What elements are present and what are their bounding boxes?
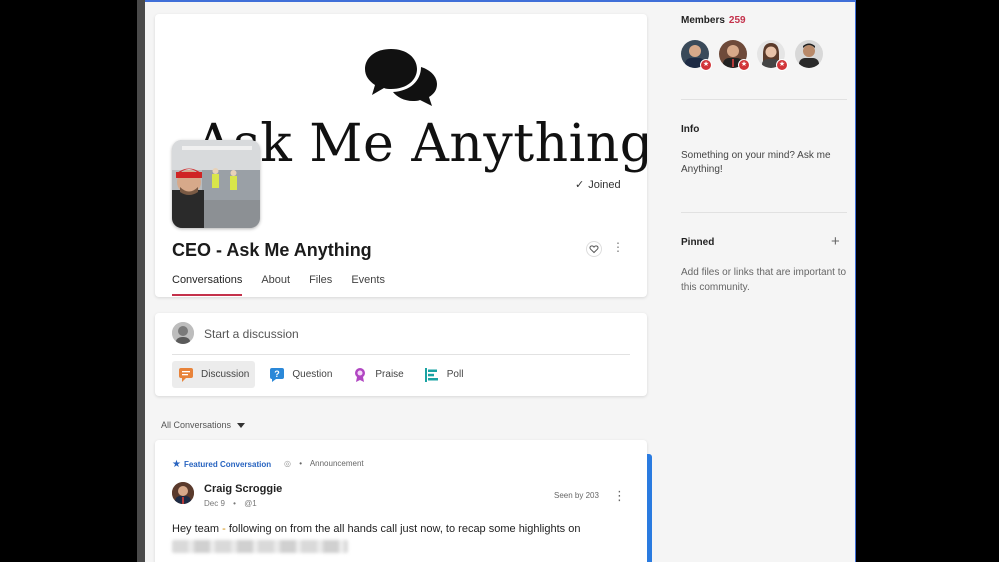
post-type-question[interactable]: ? Question xyxy=(263,361,338,388)
post-type-label: Praise xyxy=(375,369,404,380)
more-options-icon[interactable]: ⋮ xyxy=(612,240,624,254)
member-avatar[interactable]: ★ xyxy=(681,40,712,71)
start-discussion-input[interactable]: Start a discussion xyxy=(204,327,299,341)
member-avatar[interactable]: ★ xyxy=(719,40,750,71)
joined-status[interactable]: ✓ Joined xyxy=(575,178,621,191)
sidebar-divider xyxy=(681,99,847,100)
member-avatar[interactable] xyxy=(795,40,823,68)
filter-label: All Conversations xyxy=(161,420,232,430)
post-body-text: Hey team xyxy=(172,523,223,535)
add-pinned-plus-icon[interactable]: + xyxy=(831,233,840,250)
left-edge-strip xyxy=(137,0,145,562)
featured-accent-bar xyxy=(647,454,652,562)
star-icon: ★ xyxy=(172,459,181,470)
post-body-text-continued: following on from the all hands call jus… xyxy=(225,523,581,535)
info-circle-icon: ◎ xyxy=(284,459,291,468)
author-name[interactable]: Craig Scroggie xyxy=(204,483,282,495)
member-avatars: ★ ★ ★ xyxy=(681,40,833,71)
member-avatar[interactable]: ★ xyxy=(757,40,788,71)
community-page: Ask Me Anything ✓ Joined CEO - Ask Me An… xyxy=(145,0,856,562)
post-date-line: Dec 9 • @1 xyxy=(204,499,257,508)
banner-title: Ask Me Anything xyxy=(195,114,647,174)
members-label: Members xyxy=(681,15,725,26)
post-type-label: Poll xyxy=(446,369,464,380)
conversation-filter-dropdown[interactable]: All Conversations xyxy=(161,420,246,430)
caret-down-icon xyxy=(237,423,246,429)
tab-conversations[interactable]: Conversations xyxy=(172,274,243,296)
current-user-avatar xyxy=(172,322,194,344)
post-type-label: Question xyxy=(292,369,333,380)
chat-bubbles-icon xyxy=(365,49,437,106)
info-description: Something on your mind? Ask me Anything! xyxy=(681,150,831,175)
post-type-poll[interactable]: Poll xyxy=(418,361,470,388)
post-type-bar: Discussion ? Question Praise Poll xyxy=(172,361,477,388)
admin-badge-icon: ★ xyxy=(700,59,712,71)
seen-by-count[interactable]: Seen by 203 xyxy=(554,491,599,500)
checkmark-icon: ✓ xyxy=(575,179,585,191)
info-title: Info xyxy=(681,124,700,135)
post-type-praise[interactable]: Praise xyxy=(346,361,409,388)
community-title: CEO - Ask Me Anything xyxy=(172,240,372,260)
tab-events[interactable]: Events xyxy=(351,274,385,296)
admin-badge-icon: ★ xyxy=(738,59,750,71)
members-header[interactable]: Members 259 xyxy=(681,15,746,26)
featured-post-card[interactable]: ★ Featured Conversation ◎ • Announcement … xyxy=(155,440,647,562)
question-icon: ? xyxy=(270,367,285,382)
pinned-title: Pinned xyxy=(681,237,715,248)
joined-label: Joined xyxy=(588,179,621,191)
community-tabs: Conversations About Files Events xyxy=(172,274,404,296)
community-avatar-photo xyxy=(172,140,260,228)
post-type-meta: ◎ • Announcement xyxy=(284,459,364,468)
post-date: Dec 9 xyxy=(204,499,225,508)
poll-icon xyxy=(424,367,438,382)
redacted-text xyxy=(172,540,348,553)
discussion-icon xyxy=(179,367,193,382)
members-count: 259 xyxy=(728,15,746,26)
tab-files[interactable]: Files xyxy=(309,274,332,296)
post-more-options-icon[interactable]: ⋮ xyxy=(613,488,626,504)
right-black-margin xyxy=(856,0,999,562)
author-avatar[interactable] xyxy=(172,482,194,504)
left-black-margin xyxy=(0,0,137,562)
featured-label: Featured Conversation xyxy=(183,460,272,469)
community-header-card: Ask Me Anything ✓ Joined CEO - Ask Me An… xyxy=(155,14,647,297)
announcement-label: Announcement xyxy=(309,459,364,468)
tab-about[interactable]: About xyxy=(261,274,290,296)
praise-icon xyxy=(355,367,366,382)
sidebar-divider xyxy=(681,212,847,213)
post-type-discussion[interactable]: Discussion xyxy=(172,361,256,388)
post-body: Hey team - following on from the all han… xyxy=(172,523,580,535)
post-type-label: Discussion xyxy=(201,369,250,380)
composer-divider xyxy=(172,354,630,355)
featured-conversation-label: ★ Featured Conversation xyxy=(172,459,271,470)
pinned-description: Add files or links that are important to… xyxy=(681,267,847,293)
admin-badge-icon: ★ xyxy=(776,59,788,71)
favorite-heart-icon[interactable] xyxy=(586,241,602,257)
svg-text:?: ? xyxy=(275,369,281,379)
mention-count: @1 xyxy=(244,499,257,508)
composer-card: Start a discussion Discussion ? Question xyxy=(155,313,647,396)
